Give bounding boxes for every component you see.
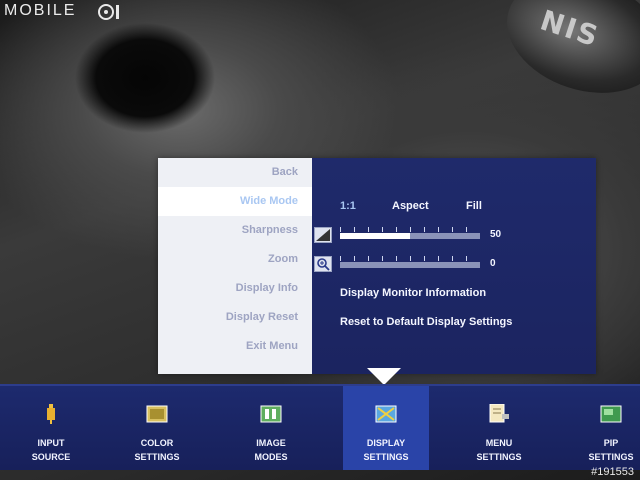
tab-label: DISPLAY SETTINGS (363, 438, 409, 462)
menu-item-display-reset[interactable]: Display Reset (158, 303, 312, 332)
display-reset-row: Reset to Default Display Settings (312, 308, 596, 337)
tab-image-modes[interactable]: IMAGE MODES (228, 386, 314, 470)
zoom-icon (314, 256, 332, 272)
menu-item-wide-mode[interactable]: Wide Mode (158, 187, 312, 216)
tab-label: MENU SETTINGS (476, 438, 522, 462)
menu-detail-panel: 1:1 Aspect Fill 50 0 Display Monitor Inf… (312, 158, 596, 374)
display-settings-icon (375, 405, 397, 423)
menu-item-back[interactable]: Back (158, 158, 312, 187)
display-info-text[interactable]: Display Monitor Information (340, 287, 486, 299)
sharpness-slider-fill (340, 233, 410, 239)
tab-pip-settings[interactable]: PIP SETTINGS (568, 386, 640, 470)
tab-menu-settings[interactable]: MENU SETTINGS (456, 386, 542, 470)
pip-settings-icon (600, 405, 622, 423)
osd-menu: Back Wide Mode Sharpness Zoom Display In… (158, 158, 596, 374)
color-settings-icon (146, 405, 168, 423)
tab-label: PIP SETTINGS (588, 438, 634, 462)
input-source-icon (47, 404, 55, 424)
tab-input-source[interactable]: INPUT SOURCE (8, 386, 94, 470)
tab-display-settings[interactable]: DISPLAY SETTINGS (343, 386, 429, 470)
tab-label: COLOR SETTINGS (134, 438, 180, 462)
menu-item-display-info[interactable]: Display Info (158, 274, 312, 303)
zoom-row: 0 (312, 250, 596, 279)
wide-mode-option-fill[interactable]: Fill (466, 200, 482, 212)
display-reset-text[interactable]: Reset to Default Display Settings (340, 316, 512, 328)
photo-id: #191553 (591, 466, 634, 478)
tab-label: INPUT SOURCE (31, 438, 71, 462)
display-info-row: Display Monitor Information (312, 279, 596, 308)
zoom-slider-ticks (340, 256, 480, 261)
watermark-logo-icon (98, 4, 119, 20)
menu-item-zoom[interactable]: Zoom (158, 245, 312, 274)
zoom-slider[interactable] (340, 262, 480, 268)
tab-label: IMAGE MODES (254, 438, 288, 462)
menu-list: Back Wide Mode Sharpness Zoom Display In… (158, 158, 312, 374)
menu-item-sharpness[interactable]: Sharpness (158, 216, 312, 245)
active-tab-pointer (367, 368, 401, 385)
tab-color-settings[interactable]: COLOR SETTINGS (114, 386, 200, 470)
image-modes-icon (260, 405, 282, 423)
zoom-value: 0 (490, 258, 496, 269)
menu-item-exit-menu[interactable]: Exit Menu (158, 332, 312, 361)
wide-mode-option-aspect[interactable]: Aspect (392, 200, 429, 212)
sharpness-slider-ticks (340, 227, 480, 232)
bottom-menu-bar: INPUT SOURCE COLOR SETTINGS IMAGE MODES … (0, 384, 640, 470)
watermark-text: MOBILE (4, 2, 77, 19)
sharpness-icon (314, 227, 332, 243)
wide-mode-option-1-1[interactable]: 1:1 (340, 200, 356, 212)
sharpness-slider[interactable] (340, 233, 480, 239)
sharpness-row: 50 (312, 221, 596, 250)
sharpness-value: 50 (490, 229, 502, 240)
menu-settings-icon (489, 404, 509, 423)
wide-mode-row: 1:1 Aspect Fill (312, 192, 596, 221)
